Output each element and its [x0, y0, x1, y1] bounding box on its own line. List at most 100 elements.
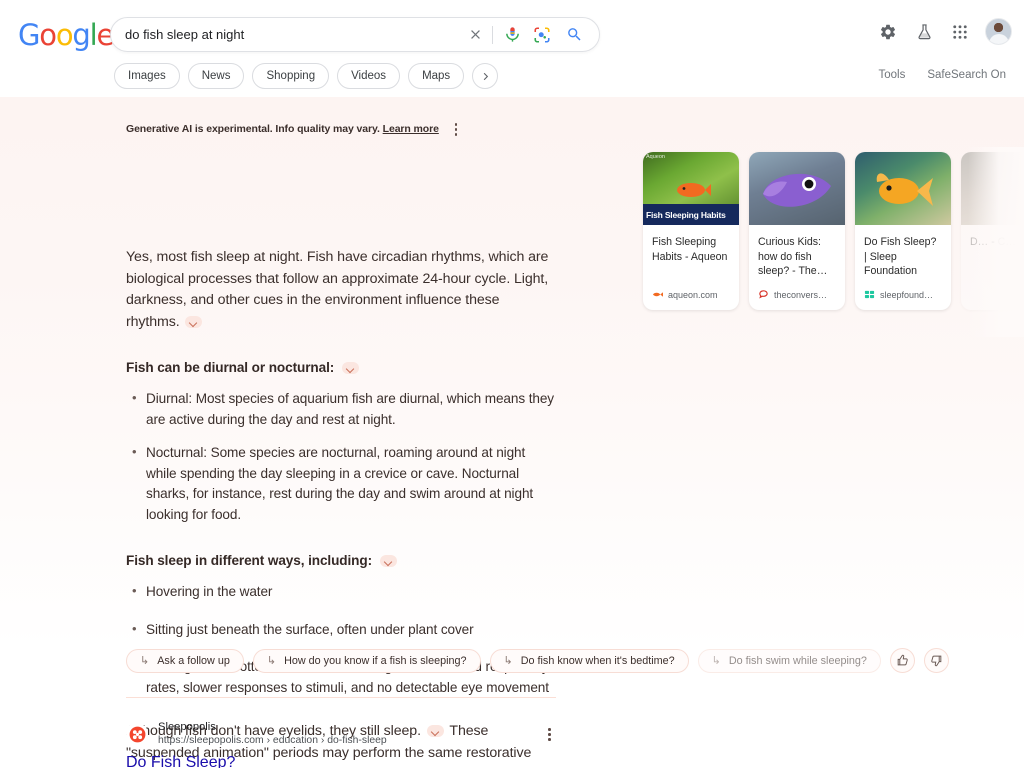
- google-lens-icon[interactable]: [531, 24, 553, 46]
- source-card-thumbnail: [749, 152, 845, 225]
- filter-chip-label: Images: [128, 70, 166, 82]
- labs-flask-icon[interactable]: [913, 21, 935, 43]
- gear-icon[interactable]: [877, 21, 899, 43]
- ai-section-heading-label: Fish sleep in different ways, including:: [126, 553, 373, 568]
- source-card-domain: aqueon.com: [668, 289, 718, 300]
- source-card-source: theconvers…: [749, 283, 845, 310]
- result-header: Sleepopolis https://sleepopolis.com › ed…: [126, 720, 566, 748]
- source-card-title: D… - C…: [970, 236, 1016, 248]
- filter-chip-news[interactable]: News: [187, 63, 245, 89]
- apps-grid-icon[interactable]: [949, 21, 971, 43]
- result-site-name: Sleepopolis: [158, 721, 216, 733]
- microphone-icon[interactable]: [501, 23, 523, 47]
- ai-section-heading-label: Fish can be diurnal or nocturnal:: [126, 360, 335, 375]
- source-card-domain: theconvers…: [774, 289, 828, 300]
- source-card-brandtag: Aqueon: [646, 154, 665, 160]
- google-logo[interactable]: Google: [18, 18, 114, 52]
- source-card[interactable]: Curious Kids: how do fish sleep? - The… …: [749, 152, 845, 310]
- source-card-source: aqueon.com: [643, 283, 739, 310]
- filter-chip-label: Videos: [351, 70, 387, 82]
- search-filter-chips: Images News Shopping Videos Maps: [114, 63, 499, 89]
- search-input[interactable]: [111, 27, 462, 42]
- list-item: Diurnal: Most species of aquarium fish a…: [126, 388, 556, 430]
- search-header: Google do fish sleep at night Images New…: [0, 0, 1024, 96]
- list-item: Nocturnal: Some species are nocturnal, r…: [126, 442, 556, 525]
- followup-chip-how-know[interactable]: ↳ How do you know if a fish is sleeping?: [252, 648, 481, 673]
- learn-more-link[interactable]: Learn more: [383, 123, 439, 135]
- close-icon[interactable]: [462, 22, 488, 48]
- source-card[interactable]: Do Fish Sleep? | Sleep Foundation sleepf…: [855, 152, 951, 310]
- search-divider: [492, 25, 493, 44]
- filter-chip-shopping[interactable]: Shopping: [252, 63, 330, 89]
- thumbs-up-icon[interactable]: [889, 648, 915, 673]
- ai-disclaimer: Generative AI is experimental. Info qual…: [126, 121, 459, 138]
- aqueon-favicon-icon: [652, 292, 663, 297]
- filter-chip-maps[interactable]: Maps: [408, 63, 465, 89]
- source-card-thumbnail: Aqueon Fish Sleeping Habits: [643, 152, 739, 225]
- source-card-title: Do Fish Sleep? | Sleep Foundation: [864, 236, 937, 277]
- search-result: Sleepopolis https://sleepopolis.com › ed…: [126, 720, 566, 768]
- result-overflow-menu-icon[interactable]: [546, 726, 592, 743]
- source-card-domain: sleepfound…: [880, 289, 934, 300]
- filter-chip-videos[interactable]: Videos: [337, 63, 401, 89]
- ai-section-heading: Fish sleep in different ways, including:: [126, 553, 399, 568]
- theconversation-favicon-icon: [759, 290, 768, 299]
- filter-chip-images[interactable]: Images: [114, 63, 180, 89]
- google-search-results-page: Google do fish sleep at night Images New…: [0, 0, 1024, 768]
- chevron-down-icon[interactable]: [185, 315, 203, 328]
- logo-letter-3: o: [55, 18, 74, 52]
- source-card-thumbnail: [961, 152, 1024, 225]
- ai-section-heading: Fish can be diurnal or nocturnal:: [126, 360, 361, 375]
- source-card-caption: Fish Sleeping Habits: [643, 204, 739, 225]
- followup-chip-swim[interactable]: ↳ Do fish swim while sleeping?: [697, 648, 881, 673]
- ai-source-cards: Aqueon Fish Sleeping Habits Fish Sleepin…: [643, 152, 1024, 310]
- followup-chip-label: Ask a follow up: [157, 654, 230, 667]
- header-secondary-links: Tools SafeSearch On: [879, 69, 1007, 81]
- followup-chip-label: Do fish swim while sleeping?: [728, 654, 867, 667]
- ai-overview-divider: [126, 697, 556, 698]
- source-card[interactable]: Aqueon Fish Sleeping Habits Fish Sleepin…: [643, 152, 739, 310]
- follow-up-arrow-icon: ↳: [140, 655, 150, 667]
- follow-up-arrow-icon: ↳: [266, 655, 277, 667]
- source-card-source: sleepfound…: [855, 283, 951, 310]
- ai-section-bullets: Diurnal: Most species of aquarium fish a…: [126, 388, 556, 525]
- filter-chip-label: Shopping: [266, 70, 316, 82]
- follow-up-arrow-icon: ↳: [711, 655, 721, 667]
- followup-chip-ask[interactable]: ↳ Ask a follow up: [126, 648, 244, 673]
- logo-letter-2: o: [39, 18, 57, 52]
- search-bar[interactable]: [110, 17, 600, 52]
- search-icon[interactable]: [563, 24, 585, 46]
- source-card-source: [961, 283, 1024, 299]
- followup-chip-label: How do you know if a fish is sleeping?: [284, 654, 467, 667]
- source-card-thumbnail: [855, 152, 951, 225]
- list-item: Hovering in the water: [126, 581, 556, 603]
- list-item: Sitting just beneath the surface, often …: [126, 619, 556, 641]
- result-site-block: Sleepopolis https://sleepopolis.com › ed…: [158, 720, 387, 748]
- avatar[interactable]: [985, 18, 1012, 45]
- follow-up-arrow-icon: ↳: [503, 655, 513, 667]
- chevron-down-icon[interactable]: [342, 361, 360, 374]
- header-actions: [877, 18, 1012, 45]
- ai-disclaimer-text: Generative AI is experimental. Info qual…: [126, 123, 439, 135]
- source-card-title: Fish Sleeping Habits - Aqueon: [652, 236, 728, 263]
- source-card[interactable]: D… - C…: [961, 152, 1024, 310]
- ai-intro-paragraph: Yes, most fish sleep at night. Fish have…: [126, 247, 556, 333]
- chevron-right-icon[interactable]: [472, 63, 499, 89]
- chevron-down-icon[interactable]: [380, 554, 398, 567]
- sleepopolis-favicon-icon: [126, 723, 148, 745]
- ai-overflow-menu-icon[interactable]: [453, 121, 460, 138]
- result-title-link[interactable]: Do Fish Sleep?: [126, 752, 566, 768]
- followup-chip-label: Do fish know when it's bedtime?: [520, 654, 675, 667]
- ai-disclaimer-label: Generative AI is experimental. Info qual…: [126, 123, 380, 136]
- tools-button[interactable]: Tools: [879, 69, 906, 81]
- safesearch-status[interactable]: SafeSearch On: [927, 69, 1006, 81]
- filter-chip-label: Maps: [422, 70, 451, 82]
- sleepfoundation-favicon-icon: [864, 290, 875, 299]
- followup-chip-bedtime[interactable]: ↳ Do fish know when it's bedtime?: [489, 648, 689, 673]
- thumbs-down-icon[interactable]: [923, 648, 949, 673]
- ai-overview-panel: Generative AI is experimental. Info qual…: [0, 97, 1024, 768]
- result-url: https://sleepopolis.com › education › do…: [158, 735, 387, 746]
- logo-letter-1: G: [18, 18, 40, 52]
- logo-letter-4: g: [72, 18, 90, 52]
- ai-overview-content: Yes, most fish sleep at night. Fish have…: [126, 247, 556, 768]
